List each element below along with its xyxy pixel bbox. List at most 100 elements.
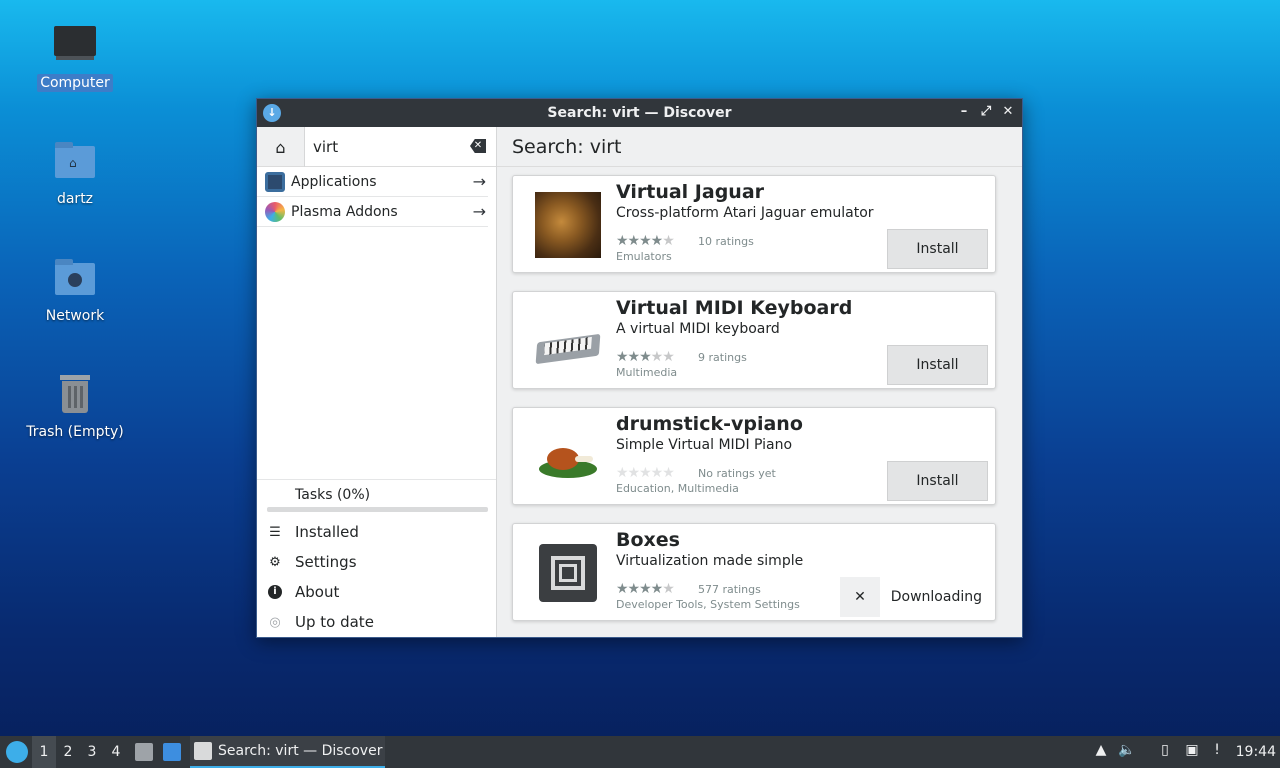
discover-app-icon[interactable]: ↓	[263, 104, 281, 122]
workspace-2[interactable]: 2	[56, 736, 80, 768]
rating-count: 577 ratings	[698, 583, 761, 596]
result-category: Education, Multimedia	[616, 482, 739, 495]
task-label: Search: virt — Discover	[218, 743, 383, 759]
nav-label: Up to date	[295, 613, 374, 631]
applications-icon	[265, 171, 285, 192]
result-description: Virtualization made simple	[616, 553, 804, 569]
home-button[interactable]: ⌂	[257, 127, 305, 167]
sidebar: ⌂ virt ✕ Applications → Plasma Addons → …	[257, 127, 497, 637]
workspace-1[interactable]: 1	[32, 736, 56, 768]
file-manager-icon[interactable]	[135, 743, 153, 761]
rating-count: No ratings yet	[698, 467, 776, 480]
download-status: Downloading	[890, 589, 982, 605]
result-name: drumstick-vpiano	[616, 413, 803, 435]
close-icon: ✕	[854, 589, 866, 605]
result-card[interactable]: Boxes Virtualization made simple ★★★★★ 5…	[512, 523, 996, 621]
rating-stars: ★★★★★	[616, 349, 675, 365]
search-input[interactable]: virt ✕	[305, 127, 496, 166]
minimize-icon[interactable]: –	[956, 103, 972, 121]
result-card[interactable]: drumstick-vpiano Simple Virtual MIDI Pia…	[512, 407, 996, 505]
install-button[interactable]: Install	[887, 345, 988, 385]
rating-count: 9 ratings	[698, 351, 747, 364]
window-title: Search: virt — Discover	[547, 105, 732, 121]
task-discover[interactable]: Search: virt — Discover	[190, 736, 385, 768]
drumstick-thumbnail	[535, 424, 601, 490]
desktop-icon-label: Computer	[37, 74, 113, 92]
cancel-download-button[interactable]: ✕	[840, 577, 880, 617]
volume-icon[interactable]: 🔈	[1118, 742, 1136, 762]
clipboard-icon[interactable]: ▯	[1156, 742, 1174, 762]
category-plasma-addons[interactable]: Plasma Addons →	[257, 197, 488, 227]
result-description: A virtual MIDI keyboard	[616, 321, 780, 337]
category-label: Plasma Addons	[291, 203, 398, 220]
result-name: Boxes	[616, 529, 680, 551]
result-description: Cross-platform Atari Jaguar emulator	[616, 205, 874, 221]
tray-arrow-icon[interactable]: ▲	[1092, 742, 1110, 762]
arrow-right-icon: →	[472, 202, 486, 221]
boxes-thumbnail	[539, 544, 597, 602]
gear-icon: ⚙	[269, 554, 281, 570]
plasma-addons-icon	[265, 201, 285, 222]
result-category: Developer Tools, System Settings	[616, 598, 800, 611]
desktop-icon-computer[interactable]: Computer	[20, 24, 130, 92]
midi-keyboard-thumbnail	[535, 308, 601, 374]
info-icon: i	[267, 584, 283, 600]
trash-icon	[52, 373, 98, 417]
desktop-icon-network[interactable]: Network	[20, 257, 130, 325]
discover-task-icon	[194, 742, 212, 760]
rating-stars: ★★★★★	[616, 465, 675, 481]
tasks-progress-bar	[267, 507, 488, 512]
show-desktop-icon[interactable]	[163, 743, 181, 761]
rating-stars: ★★★★★	[616, 581, 675, 597]
scrollbar[interactable]	[1008, 167, 1022, 637]
window-titlebar[interactable]: ↓ Search: virt — Discover – ⤢ ✕	[257, 99, 1022, 127]
maximize-icon[interactable]: ⤢	[978, 103, 994, 121]
desktop-icon-trash[interactable]: Trash (Empty)	[20, 373, 130, 441]
rating-stars: ★★★★★	[616, 233, 675, 249]
desktop-icon-label: Network	[45, 308, 105, 324]
home-folder-icon: ⌂	[52, 140, 98, 184]
category-label: Applications	[291, 173, 377, 190]
desktop-icon-label: dartz	[56, 191, 94, 207]
clock[interactable]: 19:44	[1236, 736, 1276, 768]
result-name: Virtual MIDI Keyboard	[616, 297, 853, 319]
rating-count: 10 ratings	[698, 235, 754, 248]
discover-window: ↓ Search: virt — Discover – ⤢ ✕ ⌂ virt ✕…	[256, 98, 1023, 638]
arrow-right-icon: →	[472, 172, 486, 191]
update-icon: ◎	[269, 614, 281, 630]
workspace-4[interactable]: 4	[104, 736, 128, 768]
main-panel: Search: virt Virtual Jaguar Cross-platfo…	[497, 127, 1022, 637]
category-applications[interactable]: Applications →	[257, 167, 488, 197]
nav-up-to-date[interactable]: ◎ Up to date	[267, 607, 374, 637]
result-card[interactable]: Virtual MIDI Keyboard A virtual MIDI key…	[512, 291, 996, 389]
nav-settings[interactable]: ⚙ Settings	[267, 547, 357, 577]
jaguar-thumbnail	[535, 192, 601, 258]
network-folder-icon	[52, 257, 98, 301]
search-input-value: virt	[313, 137, 339, 156]
result-name: Virtual Jaguar	[616, 181, 765, 203]
start-menu-icon[interactable]	[6, 741, 28, 763]
nav-label: Installed	[295, 523, 359, 541]
clear-search-icon[interactable]: ✕	[470, 139, 486, 153]
tasks-label[interactable]: Tasks (0%)	[257, 479, 496, 509]
result-description: Simple Virtual MIDI Piano	[616, 437, 793, 453]
desktop-icon-home[interactable]: ⌂ dartz	[20, 140, 130, 208]
monitor-icon	[52, 24, 98, 68]
home-icon: ⌂	[275, 137, 286, 157]
result-category: Multimedia	[616, 366, 678, 379]
page-title: Search: virt	[497, 127, 1022, 167]
result-card[interactable]: Virtual Jaguar Cross-platform Atari Jagu…	[512, 175, 996, 273]
result-category: Emulators	[616, 250, 672, 263]
network-icon[interactable]: ▣	[1183, 742, 1201, 762]
nav-about[interactable]: i About	[267, 577, 339, 607]
list-icon: ☰	[269, 524, 281, 540]
nav-installed[interactable]: ☰ Installed	[267, 517, 359, 547]
taskbar: 1 2 3 4 Search: virt — Discover ▲ 🔈 ▯ ▣ …	[0, 736, 1280, 768]
install-button[interactable]: Install	[887, 229, 988, 269]
nav-label: Settings	[295, 553, 357, 571]
nav-label: About	[295, 583, 340, 601]
update-notifier-icon[interactable]: !	[1208, 742, 1226, 762]
install-button[interactable]: Install	[887, 461, 988, 501]
workspace-3[interactable]: 3	[80, 736, 104, 768]
close-icon[interactable]: ✕	[1000, 103, 1016, 121]
